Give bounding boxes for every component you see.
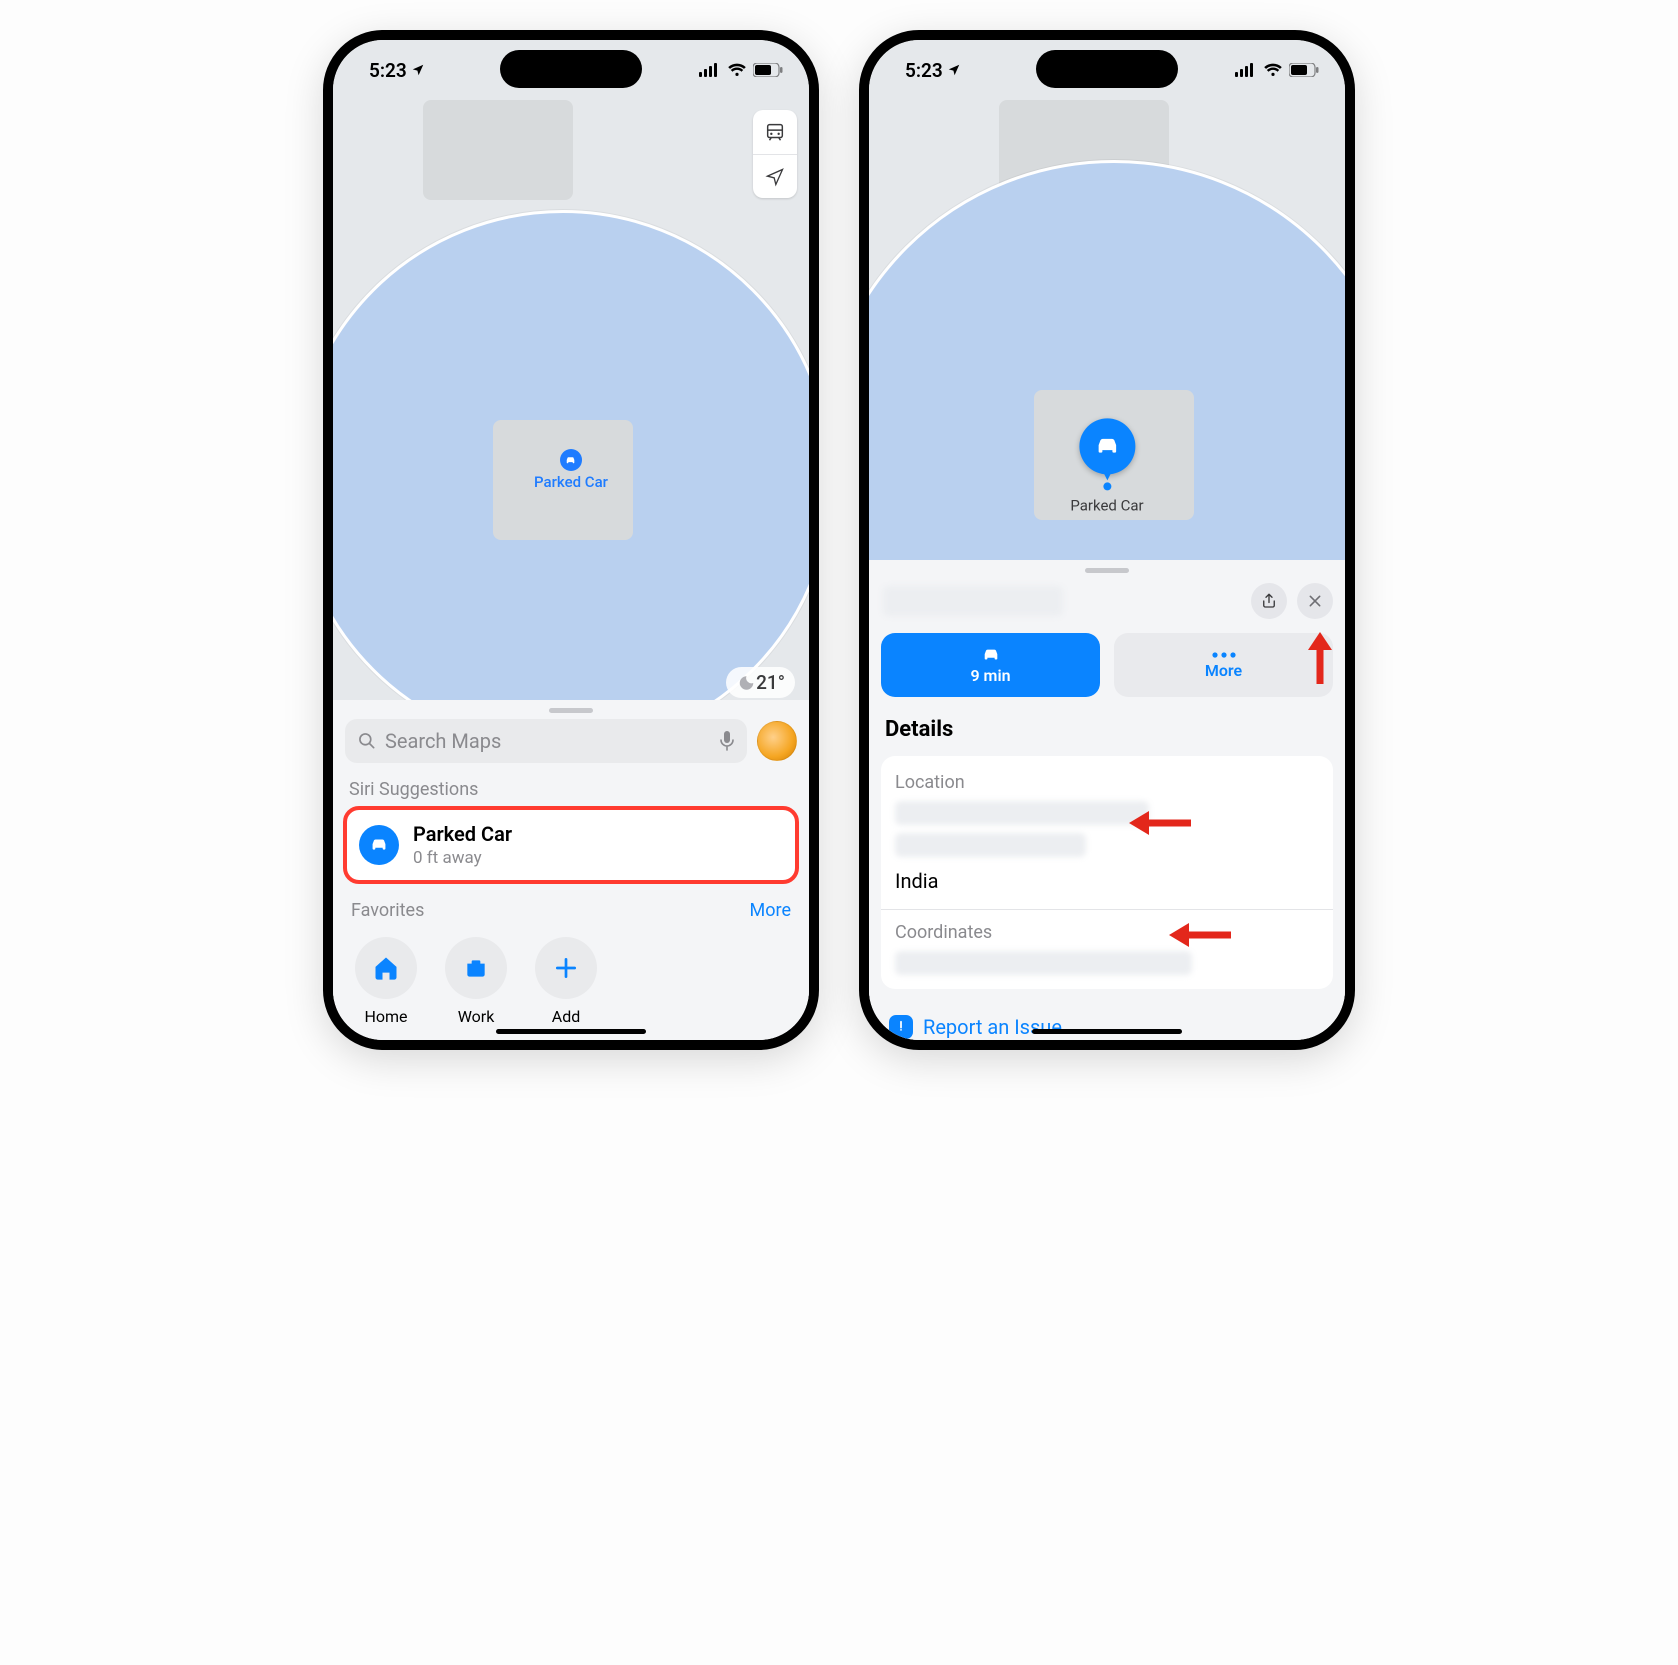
favorite-work[interactable]: Work [445,937,507,1026]
briefcase-icon [463,955,489,981]
location-label: Location [895,772,1319,793]
suggestion-subtitle: 0 ft away [413,848,512,868]
favorite-label: Work [458,1007,495,1026]
favorite-home[interactable]: Home [355,937,417,1026]
battery-icon [1289,63,1319,77]
status-bar: 5:23 [333,40,809,100]
share-icon [1260,592,1278,610]
parked-car-map-label: Parked Car [534,473,608,491]
parked-car-map-pin[interactable]: Parked Car [534,449,608,491]
settings-transit-button[interactable] [753,110,797,154]
home-indicator[interactable] [496,1029,646,1034]
report-icon [894,1020,908,1034]
location-services-icon [947,63,961,77]
cellular-icon [1235,63,1257,77]
annotation-arrow [1129,808,1191,838]
more-label: More [1205,661,1242,680]
car-icon [1092,431,1122,461]
annotation-arrow [1169,920,1231,950]
place-title-redacted [883,586,1063,616]
siri-suggestion-parked-car[interactable]: Parked Car 0 ft away [345,808,797,882]
weather-temp: 21° [756,671,785,694]
map-controls [753,110,797,198]
search-placeholder: Search Maps [385,729,501,753]
cellular-icon [699,63,721,77]
car-icon [368,834,390,856]
status-time: 5:23 [905,59,943,82]
location-arrow-icon [765,167,785,187]
car-icon [564,454,577,467]
car-icon [980,646,1002,664]
directions-eta: 9 min [970,666,1010,685]
share-button[interactable] [1251,583,1287,619]
favorite-label: Home [364,1007,407,1026]
location-services-icon [411,63,425,77]
home-indicator[interactable] [1032,1029,1182,1034]
parked-car-map-label: Parked Car [1070,496,1143,514]
details-card: Location India Coordinates [881,756,1333,989]
suggestion-title: Parked Car [413,822,512,846]
phone-right: 5:23 Parked Car [859,30,1355,1050]
sheet-grabber[interactable] [549,708,593,713]
close-button[interactable] [1297,583,1333,619]
location-country: India [895,869,1319,893]
directions-button[interactable]: 9 min [881,633,1100,697]
report-label: Report an Issue [923,1015,1062,1039]
close-icon [1307,593,1323,609]
annotation-arrow [1305,632,1335,684]
siri-suggestions-header: Siri Suggestions [349,779,793,800]
details-header: Details [869,697,1345,750]
place-card-sheet: 9 min More Details Location India Coordi… [869,560,1345,1040]
location-line2-redacted [895,833,1086,857]
moon-icon [736,674,754,692]
ellipsis-icon [1211,651,1237,659]
favorites-more-button[interactable]: More [750,900,791,921]
search-icon [357,731,377,751]
wifi-icon [727,63,747,77]
microphone-icon[interactable] [719,730,735,752]
home-icon [372,954,400,982]
more-button[interactable]: More [1114,633,1333,697]
favorite-add[interactable]: Add [535,937,597,1026]
locate-me-button[interactable] [753,154,797,198]
phone-left: 5:23 Pa [323,30,819,1050]
profile-avatar-button[interactable] [757,721,797,761]
favorites-row: Home Work Add [345,931,797,1026]
battery-icon [753,63,783,77]
coordinates-value-redacted [895,951,1192,975]
bottom-sheet: Search Maps Siri Suggestions Parked Car … [333,700,809,1040]
plus-icon [553,955,579,981]
favorite-label: Add [552,1007,580,1026]
status-bar: 5:23 [869,40,1345,100]
location-line1-redacted [895,801,1149,825]
sheet-grabber[interactable] [1085,568,1129,573]
parked-car-map-pin[interactable]: Parked Car [1070,418,1143,514]
transit-icon [764,121,786,143]
search-input[interactable]: Search Maps [345,719,747,763]
wifi-icon [1263,63,1283,77]
status-time: 5:23 [369,59,407,82]
favorites-header: Favorites [351,900,424,921]
weather-badge[interactable]: 21° [726,667,795,698]
coordinates-label: Coordinates [895,922,1319,943]
